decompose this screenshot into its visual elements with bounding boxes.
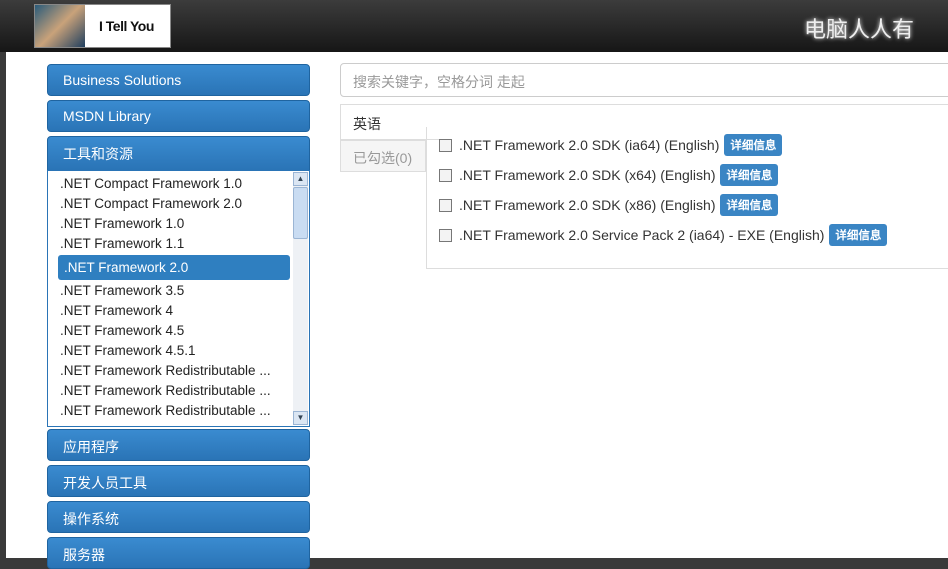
divider [440,104,948,105]
details-button[interactable]: 详细信息 [720,194,779,216]
product-item[interactable]: .NET Framework Redistributable ... [56,401,292,421]
file-checkbox[interactable] [439,168,452,182]
site-logo[interactable]: I Tell You [34,4,171,48]
file-item: .NET Framework 2.0 SDK (x86) (English) 详细… [439,194,779,216]
product-item[interactable]: .NET Compact Framework 1.0 [56,174,292,194]
file-item: .NET Framework 2.0 SDK (ia64) (English) 详… [439,134,783,156]
sidebar-item-business-solutions[interactable]: Business Solutions [47,64,310,96]
logo-image [35,5,85,47]
product-item[interactable]: .NET Framework 4.5.1 [56,341,292,361]
details-button[interactable]: 详细信息 [829,224,888,246]
product-item[interactable]: .NET Framework 1.0 [56,214,292,234]
product-item[interactable]: .NET Framework 4.5 [56,321,292,341]
product-item[interactable]: .NET Compact Framework 2.0 [56,194,292,214]
file-name: .NET Framework 2.0 SDK (ia64) (English) [459,137,720,153]
tab-checked[interactable]: 已勾选(0) [340,140,426,172]
file-item: .NET Framework 2.0 SDK (x64) (English) 详细… [439,164,779,186]
file-checkbox[interactable] [439,198,452,212]
file-list: .NET Framework 2.0 SDK (ia64) (English) 详… [426,127,948,269]
tab-english[interactable]: 英语 [340,104,440,140]
product-list: .NET Compact Framework 1.0 .NET Compact F… [47,170,310,427]
scroll-down-icon[interactable]: ▼ [293,411,308,425]
sidebar-item-servers[interactable]: 服务器 [47,537,310,569]
product-item[interactable]: .NET Framework 3.5 [56,281,292,301]
sidebar-item-dev-tools[interactable]: 开发人员工具 [47,465,310,497]
product-item[interactable]: .NET Framework 2.0 [58,255,290,280]
scroll-up-icon[interactable]: ▲ [293,172,308,186]
search-input[interactable]: 搜索关键字，空格分词 走起 [340,63,948,97]
logo-text: I Tell You [99,18,154,34]
product-item[interactable]: .NET Framework 4 [56,301,292,321]
file-item: .NET Framework 2.0 Service Pack 2 (ia64)… [439,224,888,246]
scroll-thumb[interactable] [293,187,308,239]
file-name: .NET Framework 2.0 SDK (x86) (English) [459,197,716,213]
file-checkbox[interactable] [439,228,452,242]
file-name: .NET Framework 2.0 SDK (x64) (English) [459,167,716,183]
scrollbar[interactable]: ▲ ▼ [293,172,308,425]
file-name: .NET Framework 2.0 Service Pack 2 (ia64)… [459,227,825,243]
slogan: 电脑人人有 [803,18,914,43]
sidebar-item-apps[interactable]: 应用程序 [47,429,310,461]
product-item[interactable]: .NET Framework 1.1 [56,234,292,254]
details-button[interactable]: 详细信息 [720,164,779,186]
sidebar-item-tools[interactable]: 工具和资源 [47,136,310,171]
file-checkbox[interactable] [439,138,452,152]
details-button[interactable]: 详细信息 [724,134,783,156]
sidebar-item-os[interactable]: 操作系统 [47,501,310,533]
product-item[interactable]: .NET Framework Redistributable ... [56,381,292,401]
header: I Tell You 电脑人人有 [0,0,948,52]
product-item[interactable]: .NET Framework Redistributable ... [56,361,292,381]
sidebar-item-msdn-library[interactable]: MSDN Library [47,100,310,132]
